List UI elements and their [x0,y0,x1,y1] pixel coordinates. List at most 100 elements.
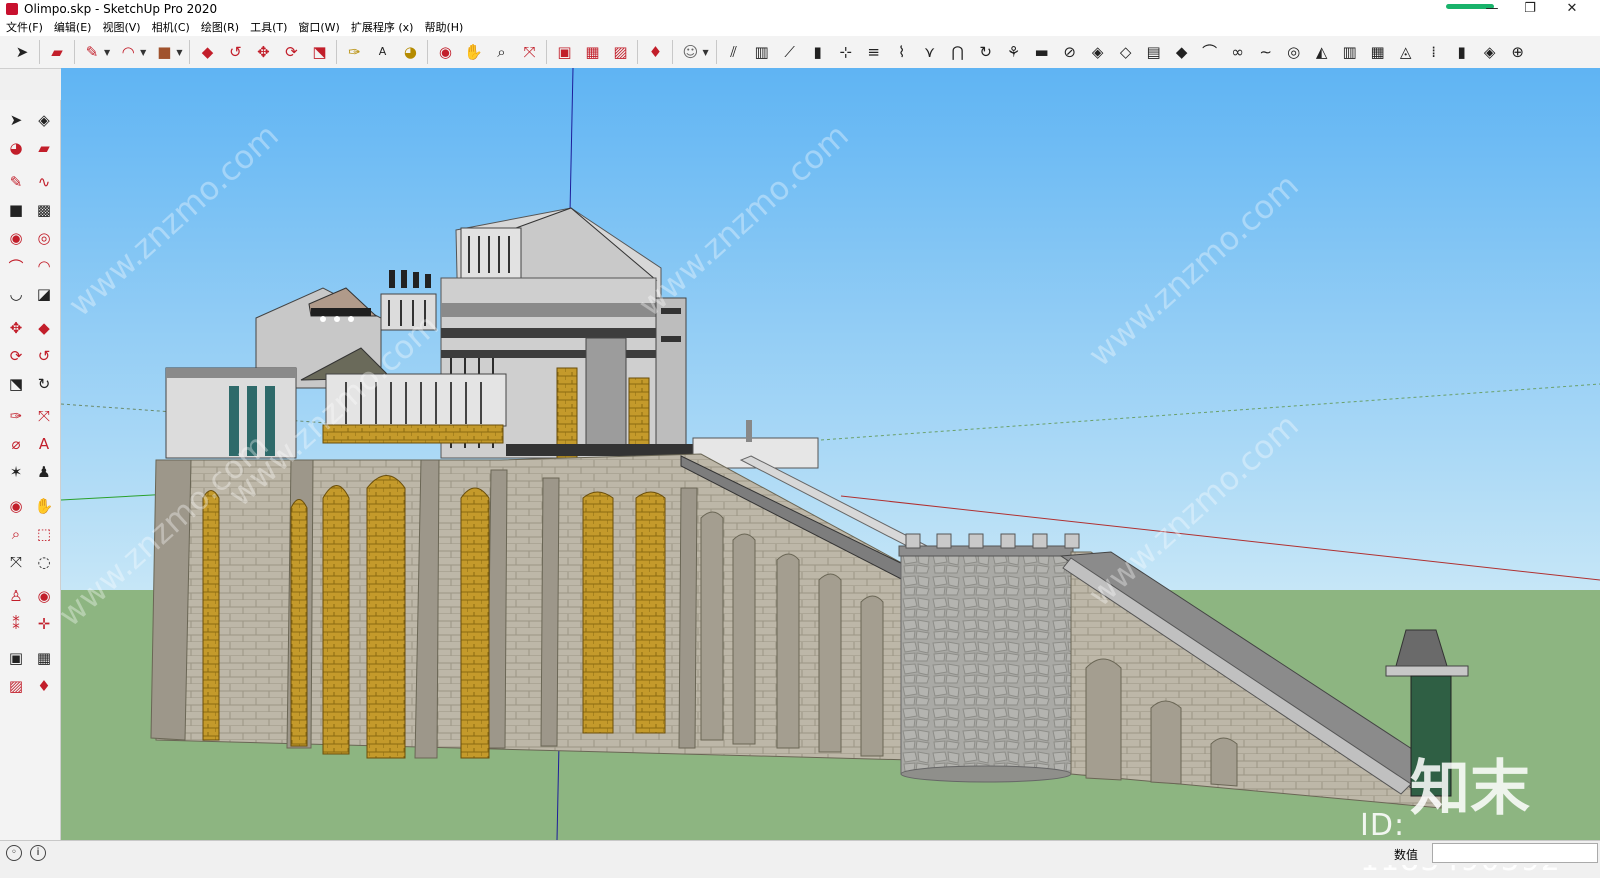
component-icon[interactable]: ◈ [32,108,56,132]
pan-icon[interactable]: ✋ [32,494,56,518]
zoom-icon[interactable]: ⌕ [489,40,513,64]
menu-extensions[interactable]: 扩展程序 (x) [351,19,414,35]
offset-icon[interactable]: ↻ [32,372,56,396]
minimize-button[interactable]: — [1472,0,1512,18]
warehouse-icon[interactable]: ▣ [4,646,28,670]
select-icon[interactable]: ➤ [4,108,28,132]
text-icon[interactable]: A [32,432,56,456]
axes-icon[interactable]: ✶ [4,460,28,484]
extension-tool-icon[interactable]: ◆ [1171,40,1193,64]
rotated-rectangle-icon[interactable]: ▩ [32,198,56,222]
share-model-icon[interactable]: ▨ [4,674,28,698]
extension-tool-icon[interactable]: ⁞ [1423,40,1445,64]
zoom-icon[interactable]: ⌕ [4,522,28,546]
ruby-icon[interactable]: ♦ [643,40,667,64]
dimension-icon[interactable]: ⤧ [32,404,56,428]
zoom-window-icon[interactable]: ⬚ [32,522,56,546]
scale-icon[interactable]: ⬔ [4,372,28,396]
tape-measure-icon[interactable]: ✑ [4,404,28,428]
scale-icon[interactable]: ⬔ [307,40,331,64]
arc-icon[interactable]: ◠ [116,40,140,64]
extension-tool-icon[interactable]: ▬ [1031,40,1053,64]
zoom-extents-icon[interactable]: ⤧ [517,40,541,64]
extension-tool-icon[interactable]: ⚘ [1003,40,1025,64]
user-account-icon[interactable]: ☺ [678,40,702,64]
zoom-extents-icon[interactable]: ⤧ [4,550,28,574]
extension-tool-icon[interactable]: ▦ [1367,40,1389,64]
geolocation-icon[interactable]: ◦ [6,845,22,861]
rectangle-icon[interactable]: ■ [152,40,176,64]
extension-tool-icon[interactable]: ⌒ [1199,40,1221,64]
pencil-line-icon[interactable]: ✎ [80,40,104,64]
extension-tool-icon[interactable]: ⌇ [891,40,913,64]
previous-view-icon[interactable]: ◌ [32,550,56,574]
menu-file[interactable]: 文件(F) [6,19,43,35]
extension-tool-icon[interactable]: ∞ [1227,40,1249,64]
extension-tool-icon[interactable]: ⊕ [1507,40,1529,64]
push-pull-icon[interactable]: ◆ [32,316,56,340]
push-pull-icon[interactable]: ◆ [195,40,219,64]
rotate-icon[interactable]: ⟳ [4,344,28,368]
extension-tool-icon[interactable]: ▮ [1451,40,1473,64]
move-icon[interactable]: ✥ [251,40,275,64]
select-arrow-icon[interactable]: ➤ [10,40,34,64]
pencil-icon[interactable]: ✎ [4,170,28,194]
extension-warehouse-icon[interactable]: ▦ [32,646,56,670]
orbit-icon[interactable]: ◉ [4,494,28,518]
polygon-icon[interactable]: ◎ [32,226,56,250]
text-icon[interactable]: A [370,40,394,64]
scene-canvas[interactable]: www.znzmo.com www.znzmo.com www.znzmo.co… [61,68,1600,840]
circle-icon[interactable]: ◉ [4,226,28,250]
menu-edit[interactable]: 编辑(E) [54,19,92,35]
extension-tool-icon[interactable]: ◈ [1479,40,1501,64]
restore-button[interactable]: ❐ [1510,0,1550,18]
extension-tool-icon[interactable]: ◇ [1115,40,1137,64]
extension-tool-icon[interactable]: ⫽ [723,40,745,64]
pan-icon[interactable]: ✋ [461,40,485,64]
extension-tool-icon[interactable]: ⋂ [947,40,969,64]
extension-tool-icon[interactable]: ↻ [975,40,997,64]
extension-warehouse-icon[interactable]: ▦ [580,40,604,64]
close-button[interactable]: ✕ [1552,0,1592,18]
two-point-arc-icon[interactable]: ◠ [32,254,56,278]
measurements-input[interactable] [1432,843,1598,863]
paint-bucket-icon[interactable]: ◕ [398,40,422,64]
arc-icon[interactable]: ⌒ [4,254,28,278]
menu-view[interactable]: 视图(V) [102,19,140,35]
protractor-icon[interactable]: ⌀ [4,432,28,456]
look-around-icon[interactable]: ◉ [32,584,56,608]
rectangle-icon[interactable]: ■ [4,198,28,222]
walk-icon[interactable]: ⁑ [4,612,28,636]
rotate-icon[interactable]: ⟳ [279,40,303,64]
menu-camera[interactable]: 相机(C) [152,19,190,35]
move-icon[interactable]: ✥ [4,316,28,340]
tape-measure-icon[interactable]: ✑ [342,40,366,64]
extension-tool-icon[interactable]: ⋎ [919,40,941,64]
chevron-down-icon[interactable]: ▼ [104,48,110,57]
extension-tool-icon[interactable]: ⟋ [779,40,801,64]
menu-tools[interactable]: 工具(T) [250,19,287,35]
share-model-icon[interactable]: ▨ [608,40,632,64]
info-icon[interactable]: i [30,845,46,861]
position-camera-icon[interactable]: ♙ [4,584,28,608]
extension-tool-icon[interactable]: ▥ [751,40,773,64]
extension-tool-icon[interactable]: ◭ [1311,40,1333,64]
eraser-icon[interactable]: ▰ [45,40,69,64]
warehouse-icon[interactable]: ▣ [552,40,576,64]
chevron-down-icon[interactable]: ▼ [140,48,146,57]
menu-help[interactable]: 帮助(H) [424,19,463,35]
extension-tool-icon[interactable]: ⊹ [835,40,857,64]
extension-tool-icon[interactable]: ◈ [1087,40,1109,64]
follow-me-icon[interactable]: ↺ [32,344,56,368]
section-plane-icon[interactable]: ✛ [32,612,56,636]
menu-draw[interactable]: 绘图(R) [201,19,239,35]
model-viewport[interactable]: www.znzmo.com www.znzmo.com www.znzmo.co… [61,68,1600,840]
extension-tool-icon[interactable]: ▮ [807,40,829,64]
ruby-icon[interactable]: ♦ [32,674,56,698]
extension-tool-icon[interactable]: ▤ [1143,40,1165,64]
extension-tool-icon[interactable]: ◬ [1395,40,1417,64]
eraser-icon[interactable]: ▰ [32,136,56,160]
extension-tool-icon[interactable]: ▥ [1339,40,1361,64]
chevron-down-icon[interactable]: ▼ [702,48,708,57]
paint-bucket-icon[interactable]: ◕ [4,136,28,160]
